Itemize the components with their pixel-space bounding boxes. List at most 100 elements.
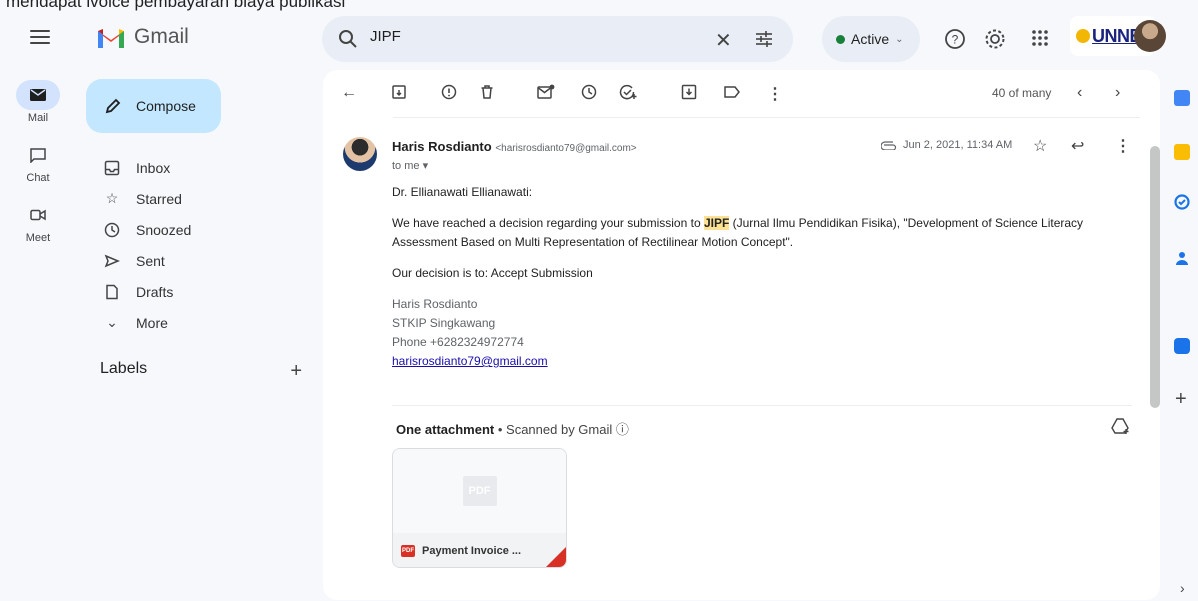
nav-item-snoozed[interactable]: Snoozed bbox=[104, 214, 314, 245]
back-arrow-icon[interactable]: ← bbox=[341, 84, 357, 102]
status-label: Active bbox=[851, 31, 890, 47]
caret-down-icon: ▾ bbox=[422, 160, 429, 172]
recipient-label: to me bbox=[392, 160, 420, 172]
gmail-m-icon bbox=[98, 29, 124, 48]
move-to-icon[interactable] bbox=[681, 84, 697, 100]
rail-label: Mail bbox=[27, 112, 49, 124]
more-options-icon[interactable]: ⋮ bbox=[767, 84, 783, 104]
greeting: Dr. Ellianawati Ellianawati: bbox=[392, 185, 533, 199]
search-options-icon[interactable] bbox=[754, 29, 774, 49]
nav-label: Drafts bbox=[136, 283, 174, 300]
sender-email: <harisrosdianto79@gmail.com> bbox=[495, 143, 637, 154]
archive-icon[interactable] bbox=[391, 84, 407, 100]
main-menu-icon[interactable] bbox=[30, 30, 50, 44]
app-name: Gmail bbox=[134, 25, 189, 48]
message-more-icon[interactable]: ⋮ bbox=[1115, 136, 1131, 156]
search-bar[interactable]: ✕ bbox=[322, 16, 793, 62]
decision-line: Our decision is to: Accept Submission bbox=[392, 266, 593, 280]
nav-item-inbox[interactable]: Inbox bbox=[104, 152, 314, 183]
keep-icon[interactable] bbox=[1174, 144, 1190, 160]
draft-icon bbox=[106, 284, 118, 299]
attachment-footer: PDF Payment Invoice ... bbox=[393, 533, 566, 567]
nav-label: Starred bbox=[136, 190, 182, 207]
rail-item-meet[interactable]: Meet bbox=[0, 200, 76, 244]
signature: Haris Rosdianto STKIP Singkawang Phone +… bbox=[392, 295, 1132, 371]
pdf-icon: PDF bbox=[401, 545, 415, 557]
chevron-down-icon: ⌄ bbox=[895, 33, 904, 45]
nav-item-drafts[interactable]: Drafts bbox=[104, 276, 314, 307]
pdf-corner-fold bbox=[544, 547, 566, 567]
search-input[interactable] bbox=[370, 28, 670, 45]
message-meta: Jun 2, 2021, 11:34 AM bbox=[881, 139, 1012, 151]
apps-grid-icon[interactable] bbox=[1030, 28, 1050, 48]
mark-unread-icon[interactable] bbox=[537, 84, 555, 100]
message-toolbar: ← ⋮ 40 of many ‹ › bbox=[323, 70, 1160, 118]
chat-icon bbox=[16, 140, 60, 170]
message-date: Jun 2, 2021, 11:34 AM bbox=[903, 139, 1013, 151]
help-icon[interactable]: ? bbox=[944, 28, 966, 50]
unnes-logo-icon bbox=[1076, 29, 1090, 43]
top-bar: Gmail ✕ Active ⌄ ? UNNES bbox=[0, 12, 1198, 68]
attachment-filename: Payment Invoice ... bbox=[422, 545, 522, 557]
expand-panel-icon[interactable]: › bbox=[1180, 580, 1185, 596]
sender-name[interactable]: Haris Rosdianto bbox=[392, 139, 492, 154]
message-panel: ← ⋮ 40 of many ‹ › Haris Rosdianto <hari… bbox=[323, 70, 1160, 600]
add-label-icon[interactable]: + bbox=[290, 360, 302, 383]
compose-button[interactable]: Compose bbox=[86, 79, 221, 133]
rail-item-mail[interactable]: Mail bbox=[0, 80, 76, 124]
message-body: Dr. Ellianawati Ellianawati: We have rea… bbox=[392, 183, 1132, 371]
rail-item-chat[interactable]: Chat bbox=[0, 140, 76, 184]
sender-avatar[interactable] bbox=[343, 137, 377, 171]
gmail-logo[interactable]: Gmail bbox=[96, 25, 189, 49]
clock-icon bbox=[104, 222, 120, 237]
rail-label: Chat bbox=[26, 172, 50, 184]
body-text: We have reached a decision regarding you… bbox=[392, 216, 704, 230]
labels-heading: Labels bbox=[100, 360, 148, 377]
get-addons-icon[interactable]: + bbox=[1175, 388, 1187, 411]
avatar[interactable] bbox=[1134, 20, 1166, 52]
attachment-card[interactable]: PDF PDF Payment Invoice ... bbox=[392, 448, 567, 568]
nav-label: More bbox=[136, 314, 168, 331]
older-chevron-icon[interactable]: › bbox=[1115, 84, 1120, 102]
rail-label: Meet bbox=[25, 232, 51, 244]
signature-email-link[interactable]: harisrosdianto79@gmail.com bbox=[392, 354, 548, 368]
scrollbar[interactable] bbox=[1150, 146, 1160, 408]
decision-paragraph: We have reached a decision regarding you… bbox=[392, 214, 1132, 252]
nav-item-starred[interactable]: ☆ Starred bbox=[104, 183, 314, 214]
newer-chevron-icon[interactable]: ‹ bbox=[1077, 84, 1082, 102]
nav-item-sent[interactable]: Sent bbox=[104, 245, 314, 276]
sender-line: Haris Rosdianto <harisrosdianto79@gmail.… bbox=[392, 139, 637, 154]
recipient-details[interactable]: to me ▾ bbox=[392, 159, 428, 172]
nav-label: Snoozed bbox=[136, 221, 192, 238]
zoom-app-icon[interactable] bbox=[1174, 338, 1190, 354]
left-rail: Mail Chat Meet bbox=[0, 80, 76, 260]
nav-item-more[interactable]: ⌄ More bbox=[104, 307, 314, 338]
clear-search-icon[interactable]: ✕ bbox=[715, 28, 732, 53]
label-icon[interactable] bbox=[723, 84, 741, 100]
send-icon bbox=[104, 254, 120, 267]
mail-nav: Inbox ☆ Starred Snoozed Sent Drafts ⌄ Mo… bbox=[104, 152, 314, 338]
delete-icon[interactable] bbox=[479, 84, 495, 100]
search-icon[interactable] bbox=[338, 29, 358, 49]
reply-icon[interactable]: ↩ bbox=[1071, 136, 1084, 156]
labels-section: Labels + bbox=[100, 360, 302, 383]
status-selector[interactable]: Active ⌄ bbox=[822, 16, 920, 62]
report-spam-icon[interactable] bbox=[441, 84, 457, 100]
organization-account[interactable]: UNNES bbox=[1070, 16, 1166, 56]
meet-icon bbox=[16, 200, 60, 230]
snooze-clock-icon[interactable] bbox=[581, 84, 597, 100]
attachment-heading: One attachment • Scanned by Gmail ⓘ bbox=[396, 419, 629, 438]
calendar-icon[interactable] bbox=[1174, 90, 1190, 106]
contacts-icon[interactable] bbox=[1174, 250, 1190, 266]
compose-label: Compose bbox=[136, 98, 196, 114]
add-to-drive-icon[interactable] bbox=[1111, 417, 1131, 435]
attachment-divider bbox=[392, 405, 1132, 406]
pdf-preview-icon: PDF bbox=[462, 476, 497, 506]
svg-text:?: ? bbox=[952, 33, 959, 47]
settings-gear-icon[interactable] bbox=[984, 28, 1006, 50]
tasks-icon[interactable] bbox=[1174, 194, 1190, 210]
chevron-down-icon: ⌄ bbox=[106, 314, 118, 330]
star-icon[interactable]: ☆ bbox=[1033, 136, 1047, 156]
add-task-icon[interactable] bbox=[619, 84, 637, 100]
attachment-preview: PDF bbox=[393, 449, 566, 533]
